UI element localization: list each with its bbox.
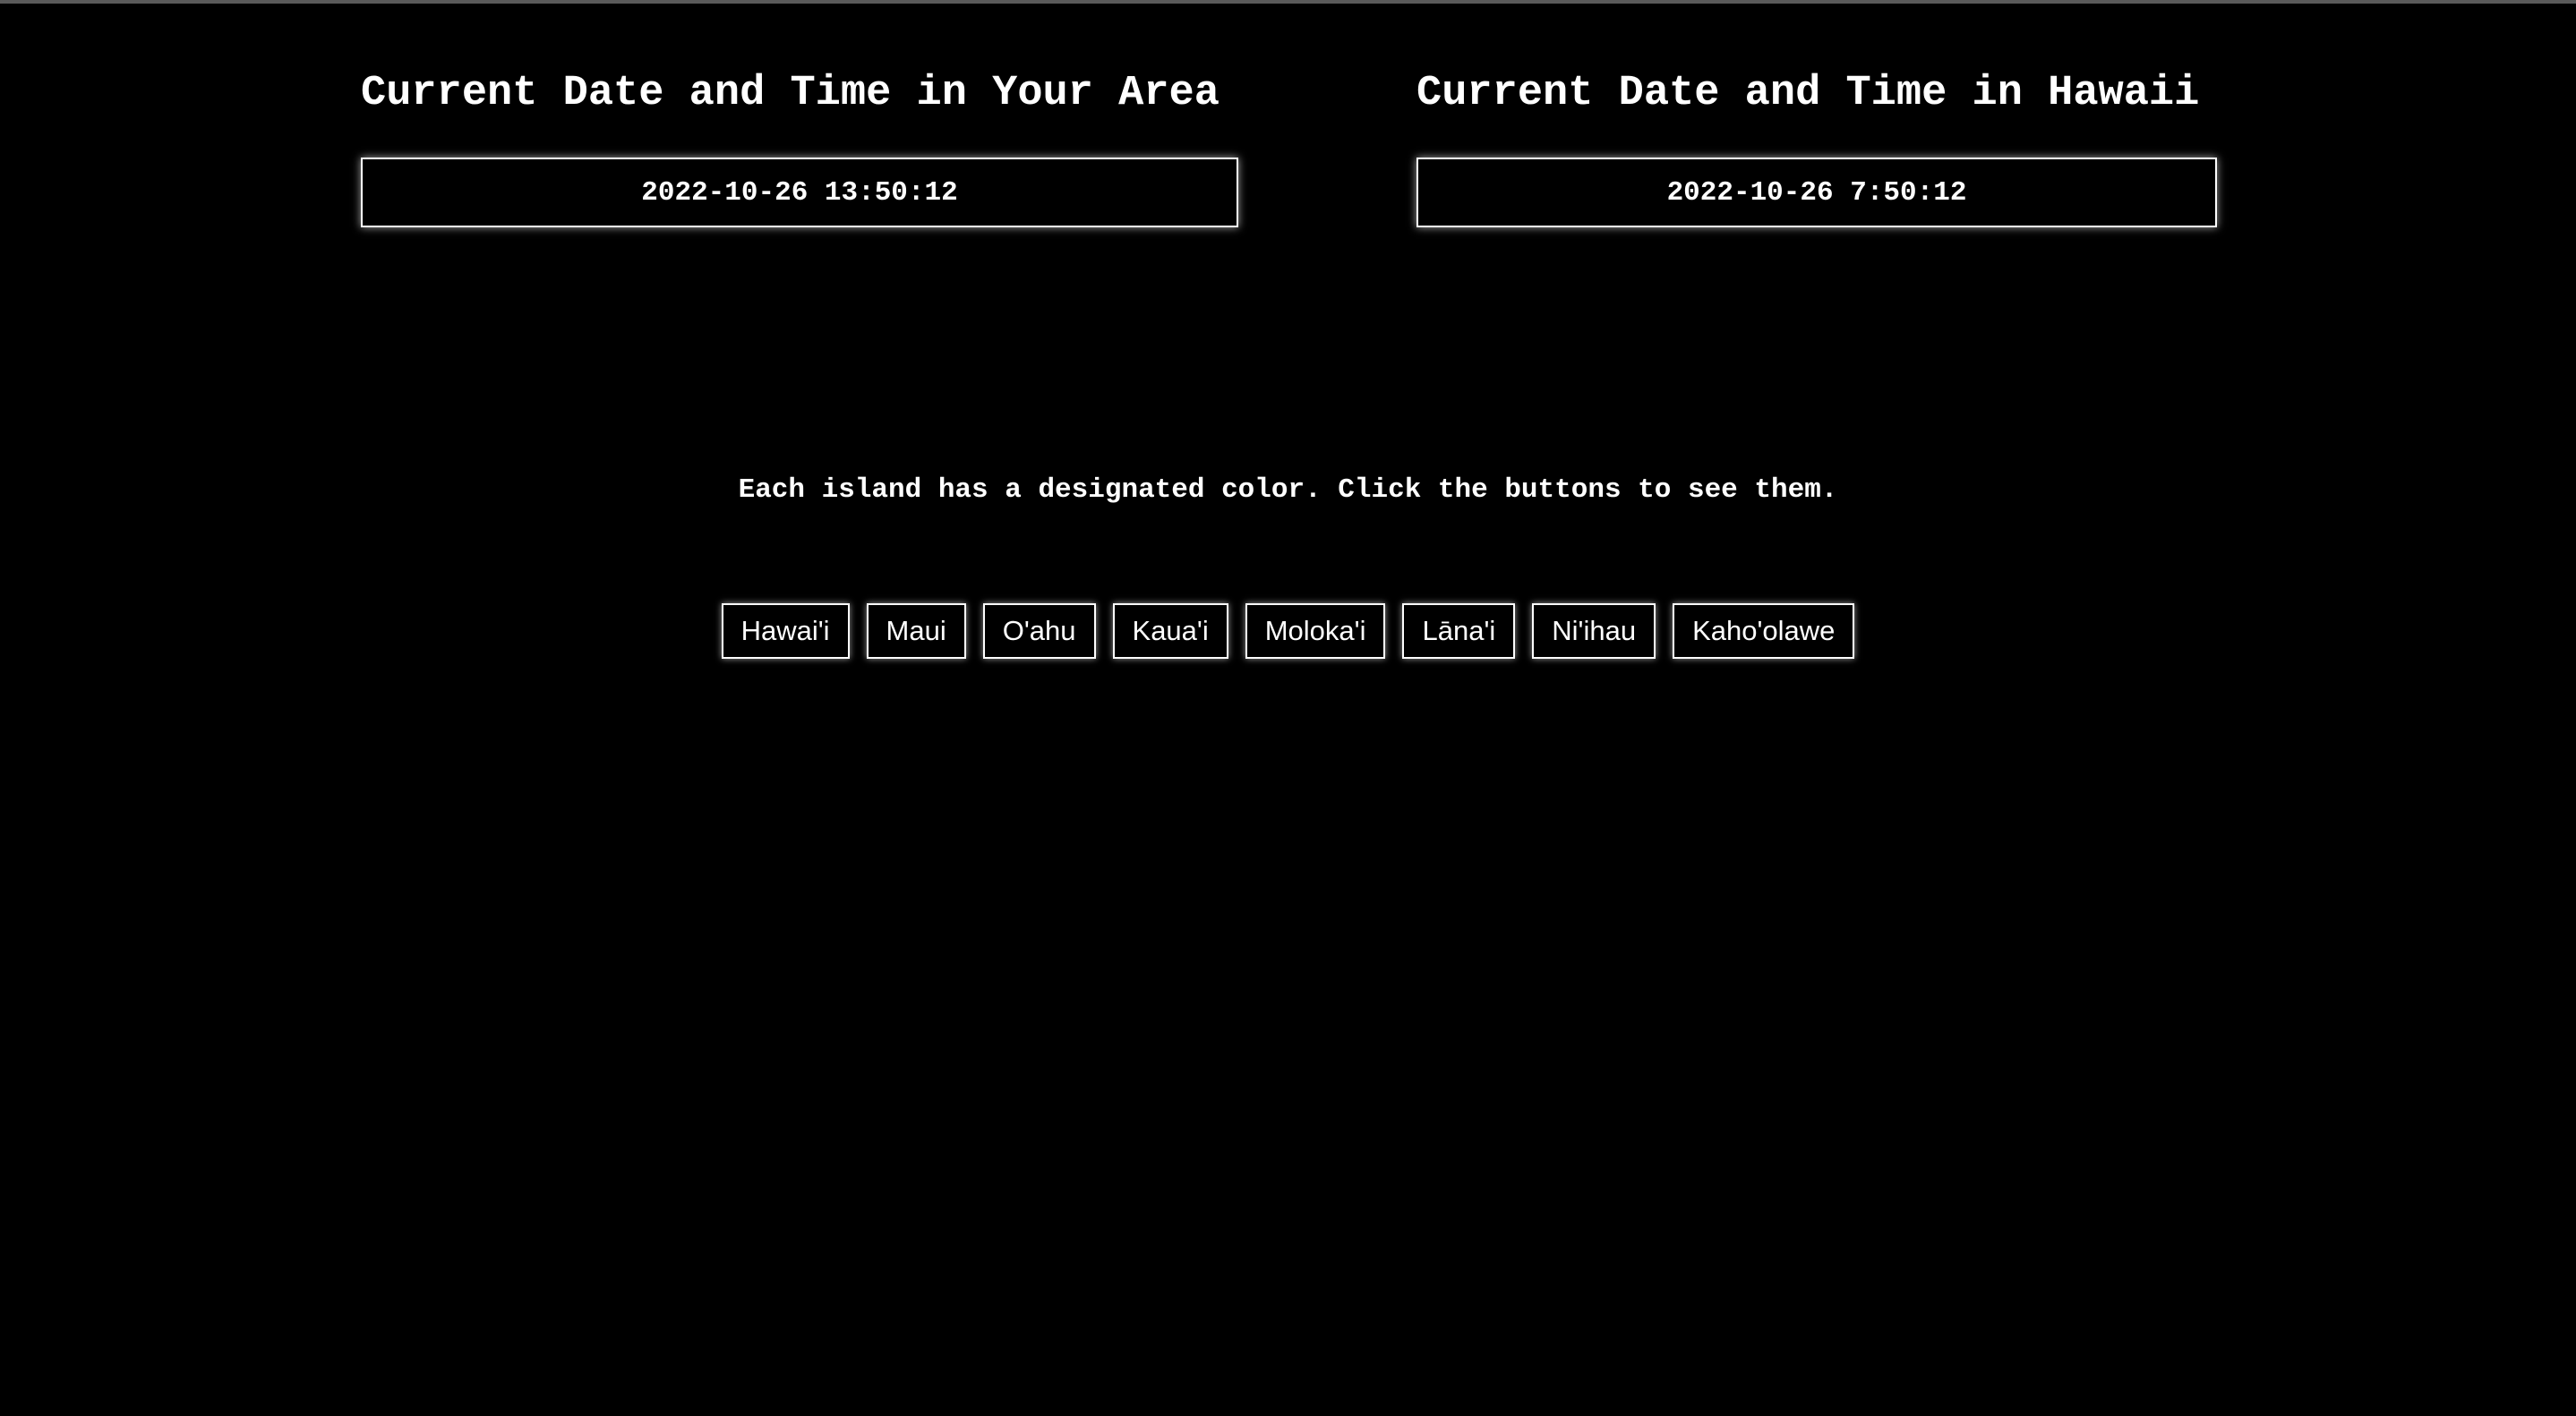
hawaii-clock-heading: Current Date and Time in Hawaii bbox=[1416, 70, 2200, 117]
island-button-hawaii[interactable]: Hawai'i bbox=[721, 603, 850, 659]
local-datetime-display: 2022-10-26 13:50:12 bbox=[361, 158, 1238, 227]
island-button-group: Hawai'i Maui O'ahu Kaua'i Moloka'i Lāna'… bbox=[0, 603, 2576, 659]
island-button-kauai[interactable]: Kaua'i bbox=[1112, 603, 1228, 659]
local-clock-heading: Current Date and Time in Your Area bbox=[361, 70, 1220, 117]
top-divider bbox=[0, 0, 2576, 4]
hawaii-clock-panel: Current Date and Time in Hawaii 2022-10-… bbox=[1416, 66, 2217, 227]
island-button-oahu[interactable]: O'ahu bbox=[982, 603, 1096, 659]
local-clock-panel: Current Date and Time in Your Area 2022-… bbox=[361, 66, 1238, 227]
island-button-niihau[interactable]: Ni'ihau bbox=[1532, 603, 1656, 659]
island-button-kahoolawe[interactable]: Kaho'olawe bbox=[1673, 603, 1855, 659]
island-button-maui[interactable]: Maui bbox=[866, 603, 966, 659]
island-button-molokai[interactable]: Moloka'i bbox=[1245, 603, 1386, 659]
hawaii-datetime-display: 2022-10-26 7:50:12 bbox=[1416, 158, 2217, 227]
island-color-instruction: Each island has a designated color. Clic… bbox=[738, 474, 1838, 506]
island-button-lanai[interactable]: Lāna'i bbox=[1402, 603, 1516, 659]
